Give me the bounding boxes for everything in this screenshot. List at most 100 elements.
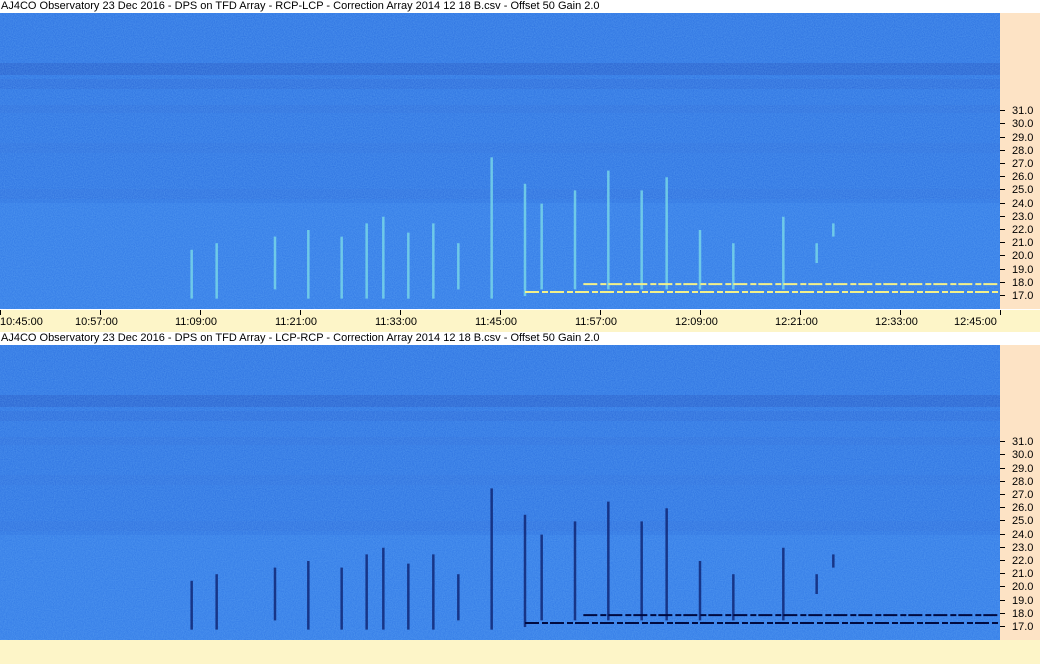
y-tick-mark <box>1000 560 1005 561</box>
x-tick-text: 12:09:00 <box>675 316 718 328</box>
y-tick-mark <box>1000 215 1005 217</box>
y-tick-text: 21.0 <box>1012 568 1034 581</box>
y-tick-label: 25.0 <box>1000 184 1040 196</box>
x-tick-mark <box>900 310 901 315</box>
y-tick-text: 19.0 <box>1012 594 1034 607</box>
y-tick-text: 31.0 <box>1012 105 1034 118</box>
x-tick-mark <box>1000 310 1001 315</box>
y-tick-text: 23.0 <box>1012 541 1034 554</box>
y-tick-label: 17.0 <box>1000 621 1040 633</box>
noise-overlay <box>0 13 1000 309</box>
y-tick-text: 25.0 <box>1012 184 1034 197</box>
y-tick-mark <box>1000 189 1005 191</box>
y-tick-text: 20.0 <box>1012 250 1034 263</box>
frequency-axis-bottom: 31.0 30.0 29.0 28.0 27.0 26.0 25.0 24.0 23.0 22.0… <box>1000 345 1040 640</box>
frequency-axis-top: 31.0 30.0 29.0 28.0 27.0 26.0 25.0 24.0 23.0 22.0… <box>1000 13 1040 309</box>
noise-overlay <box>0 345 1000 640</box>
x-tick-mark <box>200 310 201 315</box>
y-tick-mark <box>1000 163 1005 164</box>
x-tick-mark <box>100 310 101 315</box>
y-tick-text: 18.0 <box>1012 607 1034 620</box>
y-tick-label: 31.0 <box>1000 436 1040 448</box>
y-tick-text: 27.0 <box>1012 489 1034 501</box>
y-tick-label: 22.0 <box>1000 224 1040 236</box>
x-tick-mark <box>300 310 301 315</box>
y-tick-text: 17.0 <box>1012 290 1034 302</box>
y-tick-label: 28.0 <box>1000 476 1040 488</box>
x-tick-text: 11:33:00 <box>375 316 418 328</box>
y-tick-text: 24.0 <box>1012 197 1034 210</box>
y-tick-label: 19.0 <box>1000 595 1040 607</box>
y-tick-mark <box>1000 242 1005 244</box>
y-tick-label: 20.0 <box>1000 581 1040 593</box>
y-tick-text: 19.0 <box>1012 263 1034 276</box>
y-tick-label: 19.0 <box>1000 264 1040 276</box>
x-tick-text: 12:33:00 <box>875 316 918 328</box>
x-tick-text: 11:21:00 <box>275 316 318 328</box>
y-tick-label: 17.0 <box>1000 290 1040 302</box>
y-tick-mark <box>1000 467 1005 469</box>
x-tick-text: 10:45:00 <box>0 316 43 328</box>
y-tick-mark <box>1000 268 1005 270</box>
x-tick-mark <box>700 310 701 315</box>
y-tick-mark <box>1000 202 1005 204</box>
x-tick-mark <box>600 310 601 315</box>
y-tick-label: 23.0 <box>1000 542 1040 554</box>
y-tick-label: 29.0 <box>1000 132 1040 144</box>
spectrogram-rcp-lcp <box>0 13 1000 309</box>
y-tick-mark <box>1000 229 1005 230</box>
y-tick-mark <box>1000 533 1005 535</box>
y-tick-mark <box>1000 626 1005 627</box>
panel-1-title: AJ4CO Observatory 23 Dec 2016 - DPS on T… <box>1 0 600 12</box>
y-tick-text: 30.0 <box>1012 449 1034 462</box>
x-tick-text: 11:57:00 <box>575 316 618 328</box>
y-tick-mark <box>1000 255 1005 257</box>
y-tick-mark <box>1000 586 1005 588</box>
y-tick-mark <box>1000 176 1005 178</box>
y-tick-label: 31.0 <box>1000 105 1040 117</box>
y-tick-mark <box>1000 441 1005 443</box>
panel-2-title: AJ4CO Observatory 23 Dec 2016 - DPS on T… <box>1 332 600 344</box>
y-tick-text: 20.0 <box>1012 581 1034 594</box>
y-tick-mark <box>1000 520 1005 522</box>
x-tick-text: 12:21:00 <box>775 316 818 328</box>
y-tick-label: 28.0 <box>1000 145 1040 157</box>
x-tick-mark <box>0 310 1 315</box>
y-tick-label: 18.0 <box>1000 277 1040 289</box>
y-tick-mark <box>1000 612 1005 614</box>
y-tick-text: 27.0 <box>1012 158 1034 170</box>
y-tick-text: 28.0 <box>1012 475 1034 488</box>
time-axis: 10:45:00 10:57:00 11:09:00 11:21:00 11:33:00… <box>0 310 1040 332</box>
y-tick-mark <box>1000 123 1005 125</box>
y-tick-label: 25.0 <box>1000 515 1040 527</box>
y-tick-text: 29.0 <box>1012 131 1034 144</box>
y-tick-mark <box>1000 281 1005 283</box>
y-tick-text: 26.0 <box>1012 502 1034 515</box>
y-tick-label: 27.0 <box>1000 158 1040 170</box>
x-tick-mark <box>800 310 801 315</box>
y-tick-mark <box>1000 136 1005 138</box>
y-tick-text: 17.0 <box>1012 621 1034 633</box>
y-tick-mark <box>1000 295 1005 296</box>
y-tick-label: 24.0 <box>1000 198 1040 210</box>
y-tick-label: 26.0 <box>1000 502 1040 514</box>
y-tick-text: 28.0 <box>1012 144 1034 157</box>
y-tick-mark <box>1000 494 1005 495</box>
y-tick-mark <box>1000 149 1005 151</box>
x-tick-text: 11:09:00 <box>175 316 218 328</box>
y-tick-mark <box>1000 454 1005 456</box>
y-tick-label: 24.0 <box>1000 529 1040 541</box>
y-tick-label: 21.0 <box>1000 568 1040 580</box>
y-tick-mark <box>1000 546 1005 548</box>
y-tick-label: 22.0 <box>1000 555 1040 567</box>
y-tick-text: 29.0 <box>1012 462 1034 475</box>
spectrogram-lcp-rcp <box>0 345 1000 640</box>
y-tick-mark <box>1000 507 1005 509</box>
spectrogram-plot <box>0 13 1000 309</box>
y-tick-text: 30.0 <box>1012 118 1034 131</box>
y-tick-label: 30.0 <box>1000 449 1040 461</box>
y-tick-text: 22.0 <box>1012 555 1034 567</box>
y-tick-label: 27.0 <box>1000 489 1040 501</box>
y-tick-text: 22.0 <box>1012 224 1034 236</box>
y-tick-label: 21.0 <box>1000 237 1040 249</box>
